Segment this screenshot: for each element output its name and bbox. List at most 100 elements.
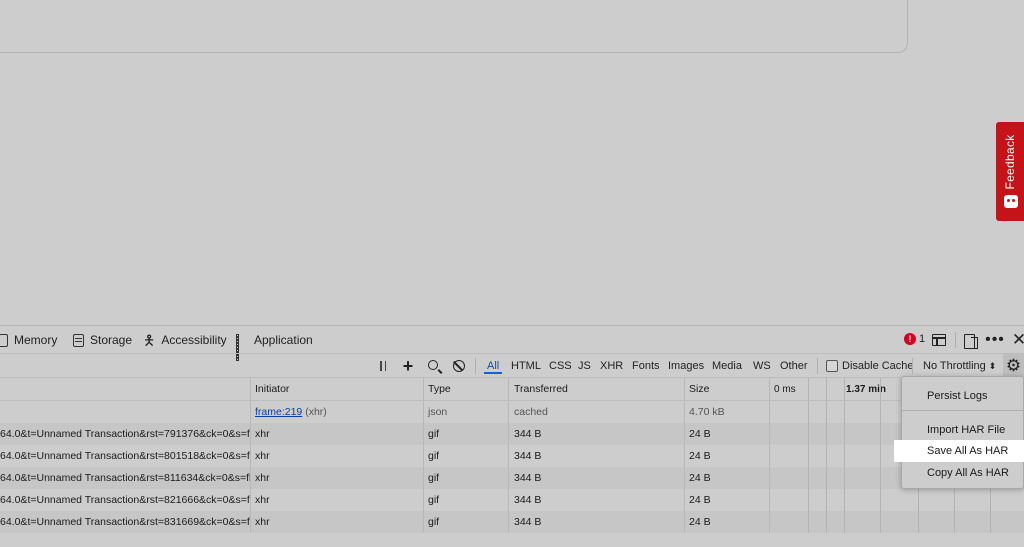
error-count-badge[interactable]: ! 1 xyxy=(904,333,925,345)
cell-size: 24 B xyxy=(689,516,711,528)
column-divider xyxy=(508,445,509,467)
timeline-start-label: 0 ms xyxy=(774,383,796,395)
column-divider xyxy=(769,467,770,489)
cell-initiator: frame:219 (xhr) xyxy=(251,401,423,423)
filter-js[interactable]: JS xyxy=(578,359,591,374)
cell-transferred: 344 B xyxy=(514,428,542,440)
cell-file: 64.0&t=Unnamed Transaction&rst=831669&ck… xyxy=(0,516,250,528)
cell-transferred: cached xyxy=(514,406,548,418)
dock-icon xyxy=(932,334,946,346)
toolbar-divider xyxy=(912,358,913,374)
table-row[interactable]: 64.0&t=Unnamed Transaction&rst=811634&ck… xyxy=(0,467,1024,489)
dock-side-button[interactable] xyxy=(931,332,947,348)
table-row[interactable]: 64.0&t=Unnamed Transaction&rst=801518&ck… xyxy=(0,445,1024,467)
tab-accessibility-label: Accessibility xyxy=(161,333,227,347)
close-icon: ✕ xyxy=(1011,330,1024,349)
column-divider xyxy=(508,423,509,445)
filter-fonts[interactable]: Fonts xyxy=(632,359,660,374)
column-divider xyxy=(508,378,509,400)
menu-item-persist-logs[interactable]: Persist Logs xyxy=(902,385,1024,407)
initiator-cause: (xhr) xyxy=(302,406,327,418)
header-type[interactable]: Type xyxy=(424,378,508,400)
disable-cache-label[interactable]: Disable Cache xyxy=(842,359,914,374)
responsive-design-button[interactable] xyxy=(963,332,979,349)
header-initiator[interactable]: Initiator xyxy=(251,378,423,400)
application-icon xyxy=(236,334,248,361)
error-icon: ! xyxy=(904,333,916,345)
filter-media[interactable]: Media xyxy=(712,359,742,374)
ellipsis-icon: ••• xyxy=(985,331,1005,348)
cell-size: 24 B xyxy=(689,450,711,462)
column-divider xyxy=(769,423,770,445)
cell-type: gif xyxy=(428,494,440,506)
cell-size: 24 B xyxy=(689,494,711,506)
cell-type: gif xyxy=(428,472,440,484)
feedback-label: Feedback xyxy=(1003,134,1017,190)
cell-type: gif xyxy=(428,516,440,528)
tab-storage-label: Storage xyxy=(90,333,133,347)
tab-accessibility[interactable]: 🯅 Accessibility xyxy=(143,332,227,348)
close-devtools-button[interactable]: ✕ xyxy=(1011,330,1024,349)
network-request-table: Initiator Type Transferred Size 0 ms 1.3… xyxy=(0,378,1024,533)
header-size[interactable]: Size xyxy=(685,378,769,400)
cell-type: gif xyxy=(428,428,440,440)
menu-item-save-all-har[interactable]: Save All As HAR xyxy=(894,440,1024,462)
cell-transferred: 344 B xyxy=(514,450,542,462)
column-divider xyxy=(508,489,509,511)
search-button[interactable] xyxy=(426,358,442,374)
cell-size: 4.70 kB xyxy=(689,406,725,418)
tab-memory[interactable]: Memory xyxy=(0,332,57,348)
network-settings-menu: Persist Logs Import HAR File Save All As… xyxy=(894,376,1024,489)
menu-item-copy-all-har[interactable]: Copy All As HAR xyxy=(902,462,1024,484)
page-content-card xyxy=(0,0,908,53)
add-request-button[interactable]: + xyxy=(400,356,416,376)
responsive-design-icon xyxy=(964,333,978,349)
column-divider xyxy=(769,445,770,467)
tab-memory-label: Memory xyxy=(14,333,58,347)
menu-item-import-har[interactable]: Import HAR File xyxy=(902,419,1024,441)
header-transferred[interactable]: Transferred xyxy=(510,378,684,400)
table-row[interactable]: 64.0&t=Unnamed Transaction&rst=791376&ck… xyxy=(0,423,1024,445)
throttling-value: No Throttling xyxy=(923,360,986,372)
clear-button[interactable] xyxy=(451,358,467,374)
more-options-button[interactable]: ••• xyxy=(985,331,1005,348)
toolbar-divider xyxy=(475,358,476,374)
filter-other[interactable]: Other xyxy=(780,359,808,374)
filter-css[interactable]: CSS xyxy=(549,359,572,374)
table-row[interactable]: frame:219 (xhr) json cached 4.70 kB xyxy=(0,401,1024,423)
pause-button[interactable] xyxy=(375,358,391,374)
column-divider xyxy=(508,401,509,423)
cell-file: 64.0&t=Unnamed Transaction&rst=801518&ck… xyxy=(0,450,250,462)
cell-file: 64.0&t=Unnamed Transaction&rst=791376&ck… xyxy=(0,428,250,440)
toolbar-divider xyxy=(955,332,956,348)
tab-application-label: Application xyxy=(254,333,313,347)
filter-images[interactable]: Images xyxy=(668,359,704,374)
cell-type: json xyxy=(428,406,448,418)
feedback-face-icon xyxy=(1004,195,1018,208)
initiator-link[interactable]: frame:219 xyxy=(255,406,302,418)
cell-size: 24 B xyxy=(689,428,711,440)
table-row[interactable]: 64.0&t=Unnamed Transaction&rst=831669&ck… xyxy=(0,511,1024,533)
plus-icon: + xyxy=(402,356,414,376)
table-row[interactable]: 64.0&t=Unnamed Transaction&rst=821666&ck… xyxy=(0,489,1024,511)
tab-storage[interactable]: Storage xyxy=(73,332,132,348)
throttling-select[interactable]: No Throttling ⬍ xyxy=(923,359,996,374)
toolbar-divider xyxy=(817,358,818,374)
cell-transferred: 344 B xyxy=(514,494,542,506)
filter-html[interactable]: HTML xyxy=(511,359,541,374)
disable-cache-checkbox[interactable] xyxy=(826,360,838,372)
cell-file xyxy=(0,401,250,423)
column-divider xyxy=(769,401,770,423)
tab-application[interactable]: Application xyxy=(236,332,313,361)
cell-initiator: xhr xyxy=(255,450,270,462)
select-arrows-icon: ⬍ xyxy=(988,361,997,371)
feedback-tab[interactable]: Feedback xyxy=(996,122,1024,221)
filter-xhr[interactable]: XHR xyxy=(600,359,623,374)
network-settings-button[interactable]: ⚙ xyxy=(1003,354,1024,378)
cell-initiator: xhr xyxy=(255,472,270,484)
filter-ws[interactable]: WS xyxy=(753,359,771,374)
filter-all[interactable]: All xyxy=(484,359,503,374)
timeline-mark-label: 1.37 min xyxy=(846,383,887,395)
table-header: Initiator Type Transferred Size 0 ms 1.3… xyxy=(0,378,1024,401)
cell-size: 24 B xyxy=(689,472,711,484)
